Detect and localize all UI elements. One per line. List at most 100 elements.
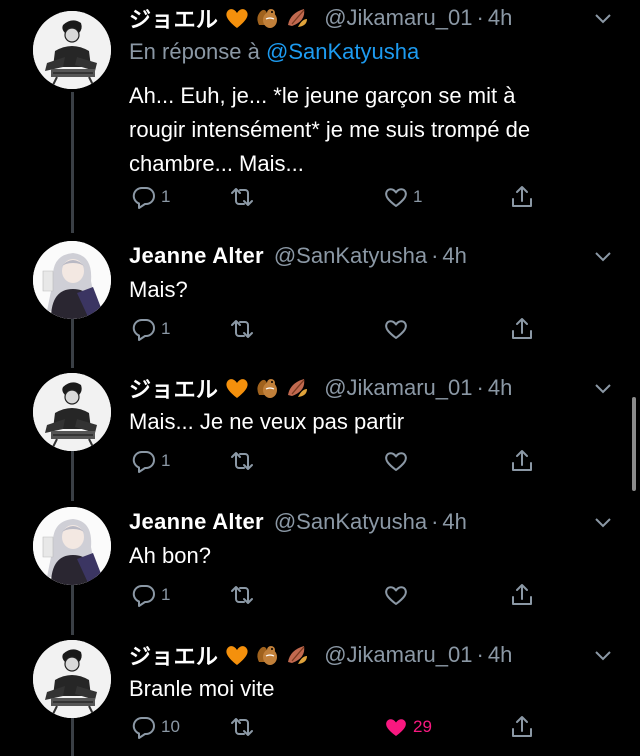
reply-button[interactable]: 1 xyxy=(131,184,170,210)
tweet-actions: 10 29 xyxy=(129,714,549,744)
like-count: 29 xyxy=(413,717,432,736)
fallen-leaf-icon xyxy=(288,646,308,664)
avatar[interactable] xyxy=(33,11,111,89)
reply-button[interactable]: 1 xyxy=(131,316,170,342)
tweet-header: Jeanne Alter @SanKatyusha · 4h xyxy=(129,507,467,537)
name-emojis xyxy=(224,642,314,668)
dot-separator: · xyxy=(476,375,484,400)
orange-heart-icon xyxy=(226,379,248,398)
handle[interactable]: @Jikamaru_01 xyxy=(324,375,472,401)
heart-icon xyxy=(385,452,407,471)
tweet-text: Mais? xyxy=(129,273,599,307)
display-name[interactable]: ジョエル xyxy=(129,639,218,671)
avatar[interactable] xyxy=(33,373,111,451)
reply-button[interactable]: 10 xyxy=(131,714,180,740)
tweet-text-line: Branle moi vite xyxy=(129,676,275,701)
tweet-actions: 1 xyxy=(129,316,549,346)
timestamp[interactable]: 4h xyxy=(442,243,466,269)
share-button[interactable] xyxy=(509,184,535,210)
share-button[interactable] xyxy=(509,714,535,740)
reply-button[interactable]: 1 xyxy=(131,582,170,608)
like-button[interactable] xyxy=(383,448,413,474)
avatar-joel-image xyxy=(33,373,111,451)
avatar[interactable] xyxy=(33,507,111,585)
tweet-actions: 1 xyxy=(129,582,549,612)
share-icon xyxy=(512,716,532,737)
display-name[interactable]: Jeanne Alter xyxy=(129,509,264,535)
chevron-down-icon[interactable] xyxy=(592,7,614,29)
share-button[interactable] xyxy=(509,316,535,342)
reply-count: 1 xyxy=(161,187,171,206)
retweet-button[interactable] xyxy=(229,316,259,342)
retweet-icon xyxy=(231,586,253,604)
reply-prefix: En réponse à xyxy=(129,39,266,64)
avatar-joel-image xyxy=(33,11,111,89)
reply-count: 10 xyxy=(161,717,180,736)
timestamp[interactable]: 4h xyxy=(488,375,512,401)
avatar[interactable] xyxy=(33,640,111,718)
reply-icon xyxy=(132,318,155,341)
share-icon xyxy=(512,186,532,207)
name-emojis xyxy=(224,375,314,401)
share-button[interactable] xyxy=(509,448,535,474)
like-button[interactable] xyxy=(383,316,413,342)
tweet-actions: 1 1 xyxy=(129,184,549,214)
tweet-text-line: Mais? xyxy=(129,277,188,302)
heart-icon xyxy=(385,320,407,339)
timestamp[interactable]: 4h xyxy=(442,509,466,535)
heart-icon xyxy=(385,188,407,207)
tweet-text: Ah bon? xyxy=(129,539,599,573)
timestamp[interactable]: 4h xyxy=(488,642,512,668)
dot-separator: · xyxy=(431,509,439,534)
share-icon xyxy=(512,584,532,605)
like-button[interactable] xyxy=(383,582,413,608)
name-emojis xyxy=(224,5,314,31)
tweet-text: Mais... Je ne veux pas partir xyxy=(129,405,599,439)
like-button[interactable]: 1 xyxy=(383,184,422,210)
avatar-jeanne-image xyxy=(33,507,111,585)
like-button[interactable]: 29 xyxy=(383,714,432,740)
scrollbar[interactable] xyxy=(632,397,636,491)
retweet-button[interactable] xyxy=(229,448,259,474)
timestamp[interactable]: 4h xyxy=(488,5,512,31)
chevron-down-icon[interactable] xyxy=(592,377,614,399)
thread-line xyxy=(71,92,74,233)
avatar-joel-image xyxy=(33,640,111,718)
tweet-text-line: Mais... Je ne veux pas partir xyxy=(129,409,405,434)
fallen-leaf-icon xyxy=(288,9,308,27)
reply-mention-link[interactable]: @SanKatyusha xyxy=(266,39,419,64)
display-name[interactable]: Jeanne Alter xyxy=(129,243,264,269)
heart-filled-icon xyxy=(386,719,406,736)
chevron-down-icon[interactable] xyxy=(592,644,614,666)
handle[interactable]: @Jikamaru_01 xyxy=(324,642,472,668)
reply-context: En réponse à @SanKatyusha xyxy=(129,39,419,65)
reply-button[interactable]: 1 xyxy=(131,448,170,474)
reply-count: 1 xyxy=(161,451,171,470)
share-icon xyxy=(512,450,532,471)
dot-separator: · xyxy=(431,243,439,268)
heart-icon xyxy=(385,586,407,605)
tweet-text-line: rougir intensément* je me suis trompé de xyxy=(129,117,531,142)
tweet-header: ジョエル @Jikamaru_01 · 4h xyxy=(129,373,512,403)
chevron-down-icon[interactable] xyxy=(592,511,614,533)
handle[interactable]: @Jikamaru_01 xyxy=(324,5,472,31)
handle[interactable]: @SanKatyusha xyxy=(274,509,427,535)
tweet-text-line: Ah... Euh, je... *le jeune garçon se mit… xyxy=(129,83,516,108)
chevron-down-icon[interactable] xyxy=(592,245,614,267)
tweet-actions: 1 xyxy=(129,448,549,478)
chipmunk-icon xyxy=(257,9,278,28)
share-button[interactable] xyxy=(509,582,535,608)
tweet-text-line: Ah bon? xyxy=(129,543,211,568)
display-name[interactable]: ジョエル xyxy=(129,2,218,34)
thread-line xyxy=(71,450,74,501)
display-name[interactable]: ジョエル xyxy=(129,372,218,404)
handle[interactable]: @SanKatyusha xyxy=(274,243,427,269)
tweet-text: Ah... Euh, je... *le jeune garçon se mit… xyxy=(129,79,599,181)
reply-icon xyxy=(132,450,155,473)
reply-icon xyxy=(132,186,155,209)
retweet-button[interactable] xyxy=(229,184,259,210)
reply-icon xyxy=(132,584,155,607)
avatar[interactable] xyxy=(33,241,111,319)
retweet-button[interactable] xyxy=(229,714,259,740)
retweet-button[interactable] xyxy=(229,582,259,608)
